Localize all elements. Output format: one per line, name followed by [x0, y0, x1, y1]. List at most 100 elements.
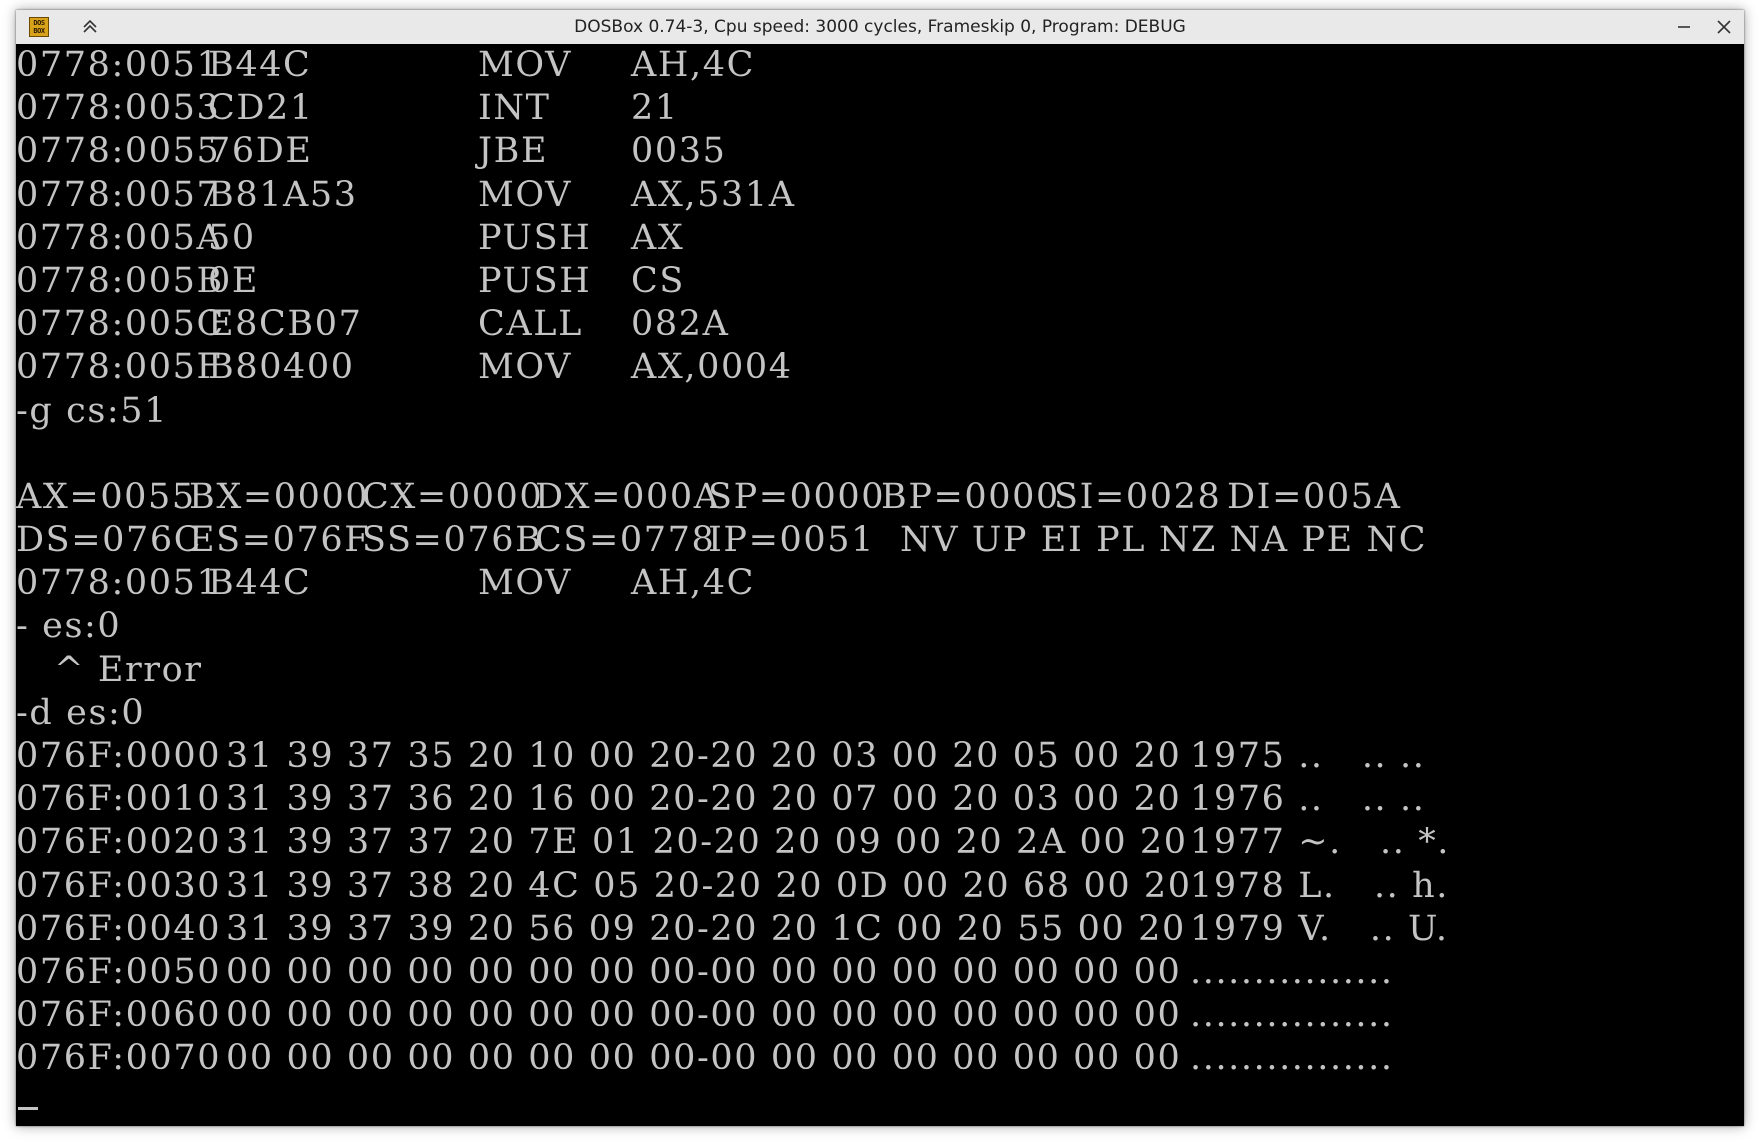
disasm-line: 0778:005F B80400 MOV AX,0004 — [16, 346, 1744, 389]
disasm-address: 0778:0051 — [16, 563, 221, 604]
register-value: CS=0778 — [535, 520, 716, 561]
dump-address: 076F:0000 — [16, 736, 222, 776]
disasm-bytes: B80400 — [208, 347, 355, 388]
dump-ascii: ................ — [1190, 995, 1394, 1036]
disasm-line: 0778:0051 B44C MOV AH,4C — [16, 44, 1744, 87]
dump-ascii: 1977 ~. .. *. — [1190, 822, 1451, 863]
registers-line-2: DS=076C ES=076F SS=076B CS=0778 IP=0051 NV UP… — [16, 519, 1744, 562]
dump-line: 076F:0020 31 39 37 37 20 7E 01 20-20 20 0… — [16, 821, 1744, 864]
disasm-operand: AH,4C — [631, 45, 755, 85]
dump-ascii: ................ — [1190, 1038, 1394, 1079]
disasm-line: 0778:005A 50 PUSH AX — [16, 217, 1744, 260]
command-text: -g cs:51 — [16, 390, 169, 431]
disasm-mnemonic: MOV — [478, 563, 572, 604]
disasm-operand: 082A — [631, 304, 730, 345]
register-value: IP=0051 — [708, 520, 875, 561]
title-bar[interactable]: DOS BOX DOSBox 0.74-3, Cpu speed: 3000 c… — [16, 10, 1744, 45]
dump-line: 076F:0040 31 39 37 39 20 56 09 20-20 20 1… — [16, 908, 1744, 951]
error-line: ^ Error — [16, 649, 1744, 692]
dump-address: 076F:0040 — [16, 908, 222, 949]
registers-line-1: AX=0055 BX=0000 CX=0000 DX=000A SP=0000 BP=00… — [16, 476, 1744, 519]
register-value: ES=076F — [189, 520, 371, 561]
dump-ascii: ................ — [1190, 951, 1394, 992]
dosbox-icon[interactable]: DOS BOX — [29, 17, 49, 37]
dump-line: 076F:0030 31 39 37 38 20 4C 05 20-20 20 0… — [16, 865, 1744, 908]
disasm-mnemonic: MOV — [478, 174, 572, 215]
dump-hex: 00 00 00 00 00 00 00 00-00 00 00 00 00 0… — [226, 1038, 1182, 1079]
keep-above-icon[interactable] — [78, 15, 102, 39]
command-line: - es:0 — [16, 605, 1744, 648]
command-text: -d es:0 — [16, 692, 146, 733]
disasm-line: 0778:005B 0E PUSH CS — [16, 260, 1744, 303]
dump-line: 076F:0050 00 00 00 00 00 00 00 00-00 00 0… — [16, 951, 1744, 994]
disasm-bytes: B44C — [208, 563, 312, 604]
dump-address: 076F:0010 — [16, 779, 222, 820]
disasm-address: 0778:005B — [16, 260, 224, 301]
disasm-address: 0778:0051 — [16, 45, 221, 85]
register-value: DI=005A — [1227, 476, 1402, 517]
error-text: ^ Error — [16, 649, 203, 690]
disasm-bytes: 50 — [208, 217, 256, 258]
disasm-address: 0778:0057 — [16, 174, 221, 215]
dosbox-window: DOS BOX DOSBox 0.74-3, Cpu speed: 3000 c… — [16, 10, 1744, 1126]
disasm-bytes: CD21 — [208, 88, 314, 129]
command-text: - es:0 — [16, 606, 122, 647]
dump-hex: 31 39 37 37 20 7E 01 20-20 20 09 00 20 2… — [226, 822, 1188, 863]
disasm-bytes: B81A53 — [208, 174, 358, 215]
dump-line: 076F:0060 00 00 00 00 00 00 00 00-00 00 0… — [16, 994, 1744, 1037]
prompt-line[interactable]: - — [16, 1081, 1744, 1124]
disasm-address: 0778:0055 — [16, 131, 221, 172]
disasm-address: 0778:005C — [16, 304, 225, 345]
disasm-mnemonic: PUSH — [478, 260, 592, 301]
window-title: DOSBox 0.74-3, Cpu speed: 3000 cycles, F… — [574, 17, 1186, 37]
disasm-mnemonic: PUSH — [478, 217, 592, 258]
dump-line: 076F:0070 00 00 00 00 00 00 00 00-00 00 0… — [16, 1037, 1744, 1080]
disasm-line: 0778:0055 76DE JBE 0035 — [16, 130, 1744, 173]
register-value: SI=0028 — [1054, 476, 1222, 517]
debug-terminal[interactable]: 0778:0051 B44C MOV AH,4C 0778:0053 CD21 INT 21 0… — [16, 44, 1744, 1126]
register-value: DX=000A — [535, 476, 721, 517]
disasm-operand: AH,4C — [631, 563, 755, 604]
dump-address: 076F:0070 — [16, 1038, 222, 1079]
register-value: BP=0000 — [881, 476, 1060, 517]
dump-hex: 00 00 00 00 00 00 00 00-00 00 00 00 00 0… — [226, 951, 1182, 992]
disasm-line: 0778:0057 B81A53 MOV AX,531A — [16, 174, 1744, 217]
dump-hex: 00 00 00 00 00 00 00 00-00 00 00 00 00 0… — [226, 995, 1182, 1036]
disasm-mnemonic: INT — [478, 88, 551, 129]
disasm-address: 0778:005A — [16, 217, 224, 258]
current-instruction: 0778:0051 B44C MOV AH,4C — [16, 562, 1744, 605]
flags-text: NV UP EI PL NZ NA PE NC — [900, 520, 1428, 561]
dump-ascii: 1976 .. .. .. — [1190, 779, 1426, 820]
dump-hex: 31 39 37 38 20 4C 05 20-20 20 0D 00 20 6… — [226, 865, 1192, 906]
dump-ascii: 1979 V. .. U. — [1190, 908, 1449, 949]
command-line: -d es:0 — [16, 692, 1744, 735]
dump-hex: 31 39 37 35 20 10 00 20-20 20 03 00 20 0… — [226, 736, 1182, 776]
dump-address: 076F:0060 — [16, 995, 222, 1036]
disasm-mnemonic: MOV — [478, 347, 572, 388]
disasm-bytes: 0E — [208, 260, 260, 301]
disasm-address: 0778:0053 — [16, 88, 221, 129]
disasm-mnemonic: CALL — [478, 304, 583, 345]
disasm-operand: 21 — [631, 88, 679, 129]
disasm-line: 0778:0053 CD21 INT 21 — [16, 87, 1744, 130]
register-value: AX=0055 — [16, 476, 196, 517]
dump-address: 076F:0030 — [16, 865, 222, 906]
dump-address: 076F:0050 — [16, 951, 222, 992]
register-value: SP=0000 — [708, 476, 886, 517]
register-value: SS=076B — [362, 520, 543, 561]
dump-address: 076F:0020 — [16, 822, 222, 863]
register-value: BX=0000 — [189, 476, 370, 517]
disasm-operand: CS — [631, 260, 685, 301]
disasm-operand: AX — [631, 217, 685, 258]
disasm-address: 0778:005F — [16, 347, 223, 388]
dump-hex: 31 39 37 39 20 56 09 20-20 20 1C 00 20 5… — [226, 908, 1186, 949]
register-value: DS=076C — [16, 520, 203, 561]
close-icon[interactable] — [1712, 15, 1736, 39]
disasm-mnemonic: JBE — [478, 131, 549, 172]
disasm-operand: 0035 — [631, 131, 727, 172]
minimize-icon[interactable] — [1672, 15, 1696, 39]
text-cursor — [18, 1106, 38, 1110]
dump-ascii: 1978 L. .. h. — [1190, 865, 1449, 906]
dump-line: 076F:0000 31 39 37 35 20 10 00 20-20 20 0… — [16, 735, 1744, 778]
